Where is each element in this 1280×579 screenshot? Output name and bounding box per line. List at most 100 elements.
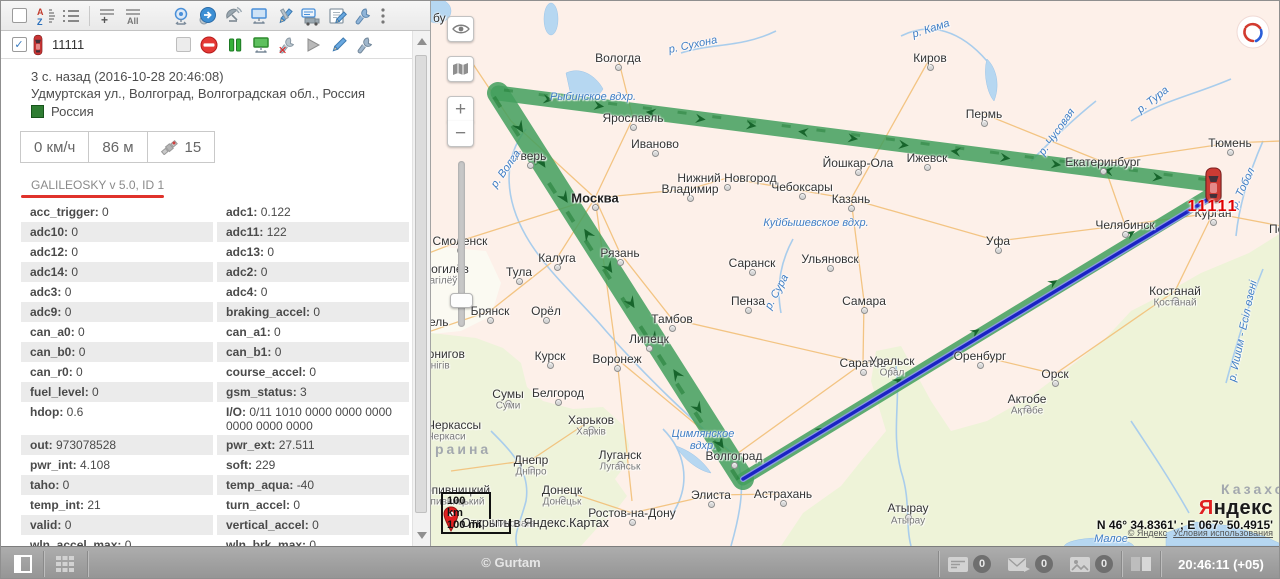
toolbar-right-icons: [168, 4, 390, 28]
param-cell: temp_aqua: -40: [217, 475, 409, 495]
notifications-button[interactable]: 0: [947, 555, 991, 573]
param-label: adc1:: [226, 205, 261, 219]
city-dot: [559, 496, 566, 503]
wialon-logo-icon[interactable]: [1235, 14, 1271, 50]
unit-checkbox[interactable]: ✓: [6, 33, 32, 57]
select-all-checkbox[interactable]: [6, 4, 32, 28]
sort-az-icon[interactable]: AZ: [32, 4, 58, 28]
param-row: adc14: 0adc2: 0: [21, 262, 413, 282]
param-value: 0: [79, 345, 86, 359]
unit-row[interactable]: ✓ 11111 ✕: [1, 31, 430, 59]
monitoring-toolbar: AZ + All: [1, 1, 430, 31]
param-row: can_b0: 0can_b1: 0: [21, 342, 413, 362]
param-row: acc_trigger: 0adc1: 0.122: [21, 202, 413, 222]
city-dot: [687, 195, 694, 202]
panel-scrollbar[interactable]: [412, 31, 430, 546]
city-dot: [927, 64, 934, 71]
scale-km: 100 km: [441, 492, 491, 519]
param-row: out: 973078528pwr_ext: 27.511: [21, 435, 413, 455]
param-row: can_r0: 0course_accel: 0: [21, 362, 413, 382]
device-type: GALILEOSKY v 5.0, ID 1: [31, 178, 413, 192]
param-row: pwr_int: 4.108soft: 229: [21, 455, 413, 475]
map-area[interactable]: буВологдар. СухонаКировр. КамаПермьр. Чу…: [431, 1, 1280, 546]
device-underline: [21, 195, 164, 198]
messages-button[interactable]: 0: [1007, 555, 1053, 573]
zoom-slider-handle[interactable]: [450, 293, 473, 308]
pencil-icon[interactable]: [326, 33, 352, 57]
more-vertical-icon[interactable]: [376, 4, 390, 28]
param-row: taho: 0temp_aqua: -40: [21, 475, 413, 495]
param-cell: can_a0: 0: [21, 322, 213, 342]
message-truck-icon[interactable]: [298, 4, 324, 28]
eye-button[interactable]: [447, 16, 474, 42]
param-label: fuel_level:: [30, 385, 92, 399]
param-label: adc14:: [30, 265, 71, 279]
param-label: adc3:: [30, 285, 65, 299]
play-icon[interactable]: [300, 33, 326, 57]
city-dot: [646, 345, 653, 352]
param-cell: adc2: 0: [217, 262, 409, 282]
apps-grid-button[interactable]: [51, 552, 79, 576]
notifications-icon: [947, 556, 969, 573]
param-value: 0: [102, 205, 109, 219]
add-to-list-icon[interactable]: +: [95, 4, 121, 28]
param-label: out:: [30, 438, 56, 452]
satellites-box: 15: [147, 131, 216, 163]
monitor-green-icon[interactable]: [248, 33, 274, 57]
camera-icon[interactable]: [168, 4, 194, 28]
param-row: wln_accel_max: 0wln_brk_max: 0: [21, 535, 413, 546]
yandex-logo[interactable]: Яндекс: [1097, 497, 1273, 520]
scroll-thumb[interactable]: [415, 55, 427, 513]
unit-map-label[interactable]: 11111: [1188, 198, 1239, 216]
param-cell: adc14: 0: [21, 262, 213, 282]
svg-text:Z: Z: [37, 17, 43, 26]
param-value: 0: [261, 265, 268, 279]
scroll-up-arrow[interactable]: [417, 38, 427, 45]
param-cell: I/O: 0/11 1010 0000 0000 0000 0000 0000 …: [217, 402, 409, 435]
satellite-dish-icon[interactable]: [220, 4, 246, 28]
wrench-icon[interactable]: [352, 33, 378, 57]
city-dot: [745, 307, 752, 314]
zoom-out-button[interactable]: −: [447, 121, 474, 147]
wrench-icon[interactable]: [350, 4, 376, 28]
wialon-app: AZ + All: [0, 0, 1280, 579]
param-label: hdop:: [30, 405, 67, 419]
scroll-down-arrow[interactable]: [417, 532, 427, 539]
layout-button[interactable]: [1130, 556, 1152, 572]
scale-mi: 100 mi: [441, 519, 511, 534]
bottom-separator: [1160, 551, 1161, 577]
param-label: I/O:: [226, 405, 249, 419]
param-value: 0/11 1010 0000 0000 0000 0000 0000 0000: [226, 405, 392, 433]
param-value: 0: [65, 305, 72, 319]
city-dot: [799, 193, 806, 200]
param-label: can_b0:: [30, 345, 79, 359]
param-cell: adc12: 0: [21, 242, 213, 262]
edit-note-icon[interactable]: [324, 4, 350, 28]
city-dot: [630, 124, 637, 131]
zoom-in-button[interactable]: +: [447, 96, 474, 122]
param-value: 0: [275, 345, 282, 359]
tools-pencils-icon[interactable]: [272, 4, 298, 28]
show-all-icon[interactable]: All: [121, 4, 151, 28]
param-value: 0: [309, 365, 316, 379]
list-icon[interactable]: [58, 4, 84, 28]
param-value: 122: [267, 225, 287, 239]
panel-toggle-button[interactable]: [9, 552, 37, 576]
param-cell: hdop: 0.6: [21, 402, 213, 435]
geofence-line: Россия: [31, 104, 413, 119]
eye-checkbox[interactable]: [170, 33, 196, 57]
city-dot: [977, 362, 984, 369]
map-attribution: Яндекс N 46° 34.8361' ; E 067° 50.4915' …: [1097, 497, 1273, 538]
param-label: vertical_accel:: [226, 518, 312, 532]
layers-button[interactable]: [447, 56, 474, 82]
monitor-icon[interactable]: [246, 4, 272, 28]
attribution-links[interactable]: © ЯндексУсловия использования: [1097, 528, 1273, 538]
param-value: 0: [293, 498, 300, 512]
city-dot: [1024, 405, 1031, 412]
city-dot: [924, 164, 931, 171]
param-cell: taho: 0: [21, 475, 213, 495]
param-value: -40: [297, 478, 314, 492]
param-value: 229: [255, 458, 275, 472]
photos-button[interactable]: 0: [1069, 555, 1113, 573]
send-command-icon[interactable]: [194, 4, 220, 28]
